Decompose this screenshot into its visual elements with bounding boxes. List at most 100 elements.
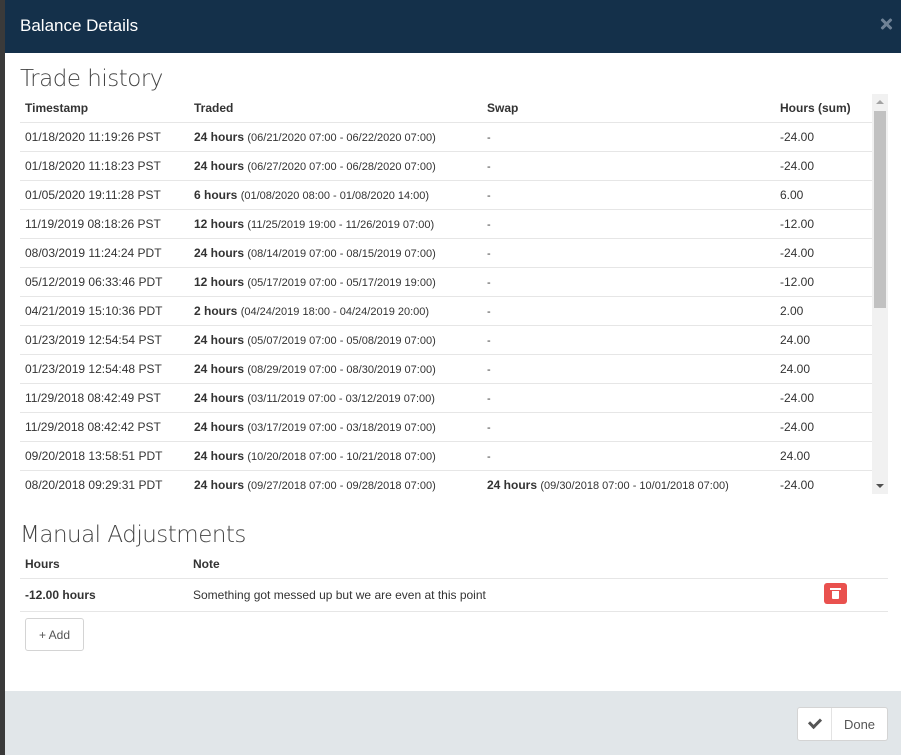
check-icon (807, 714, 823, 730)
traded-hours: 12 hours (194, 216, 245, 231)
traded-range: (06/27/2020 07:00 - 06/28/2020 07:00) (247, 160, 436, 173)
traded-hours: 24 hours (194, 390, 245, 405)
swap-range: - (487, 189, 491, 202)
cell-swap: - (482, 209, 775, 239)
cell-swap: - (482, 354, 775, 384)
cell-swap: - (482, 122, 775, 152)
traded-hours: 24 hours (194, 158, 245, 173)
table-row: 05/12/2019 06:33:46 PDT 12 hours (05/17/2… (20, 267, 872, 297)
swap-range: - (487, 305, 491, 318)
swap-hours: 24 hours (487, 477, 538, 492)
table-row: 08/20/2018 09:29:31 PDT 24 hours (09/27/2… (20, 470, 872, 494)
swap-range: - (487, 160, 491, 173)
column-header-note: Note (188, 550, 819, 579)
column-header-hours-sum: Hours (sum) (775, 94, 872, 123)
cell-traded: 12 hours (11/25/2019 19:00 - 11/26/2019 … (189, 209, 482, 239)
cell-swap: - (482, 325, 775, 355)
traded-hours: 12 hours (194, 274, 245, 289)
scrollbar-thumb[interactable] (874, 111, 886, 308)
cell-hours-sum: 24.00 (775, 325, 872, 355)
cell-hours-sum: -12.00 (775, 267, 872, 297)
traded-hours: 24 hours (194, 448, 245, 463)
cell-timestamp: 11/19/2019 08:18:26 PST (20, 209, 189, 239)
traded-range: (04/24/2019 18:00 - 04/24/2019 20:00) (240, 305, 430, 318)
trash-icon (830, 587, 841, 600)
table-header-row: Timestamp Traded Swap Hours (sum) (20, 94, 872, 123)
swap-range: - (487, 247, 491, 260)
cell-timestamp: 08/03/2019 11:24:24 PDT (20, 238, 189, 268)
cell-swap: - (482, 296, 775, 326)
adjustment-actions (819, 578, 888, 612)
cell-traded: 24 hours (05/07/2019 07:00 - 05/08/2019 … (189, 325, 482, 355)
traded-hours: 24 hours (194, 332, 245, 347)
modal-title: Balance Details (20, 16, 139, 35)
swap-range: - (487, 218, 491, 231)
cell-timestamp: 11/29/2018 08:42:49 PST (20, 383, 189, 413)
cell-timestamp: 01/05/2020 19:11:28 PST (20, 180, 189, 210)
traded-hours: 24 hours (194, 361, 245, 376)
add-adjustment-button[interactable]: + Add (25, 618, 84, 651)
cell-hours-sum: -24.00 (775, 470, 872, 494)
column-header-timestamp: Timestamp (20, 94, 189, 123)
cell-swap: - (482, 412, 775, 442)
close-icon[interactable] (879, 17, 893, 31)
traded-hours: 24 hours (194, 245, 245, 260)
table-row: 01/05/2020 19:11:28 PST 6 hours (01/08/20… (20, 180, 872, 210)
cell-hours-sum: -24.00 (775, 151, 872, 181)
trade-history-scrollbar[interactable] (872, 94, 888, 494)
traded-hours: 24 hours (194, 419, 245, 434)
done-icon-box (798, 708, 832, 740)
trade-history-scroll-area[interactable]: Timestamp Traded Swap Hours (sum) 01/18/… (20, 94, 888, 494)
swap-range: (09/30/2018 07:00 - 10/01/2018 07:00) (540, 479, 729, 492)
delete-adjustment-button[interactable] (824, 582, 847, 604)
cell-timestamp: 01/23/2019 12:54:48 PST (20, 354, 189, 384)
cell-timestamp: 05/12/2019 06:33:46 PDT (20, 267, 189, 297)
cell-timestamp: 04/21/2019 15:10:36 PDT (20, 296, 189, 326)
cell-traded: 6 hours (01/08/2020 08:00 - 01/08/2020 1… (189, 180, 482, 210)
column-header-hours: Hours (20, 550, 188, 579)
cell-hours-sum: 6.00 (775, 180, 872, 210)
balance-details-modal: Balance Details Trade history Timestamp … (5, 0, 901, 755)
table-row: 11/29/2018 08:42:42 PST 24 hours (03/17/2… (20, 412, 872, 442)
table-row: -12.00 hours Something got messed up but… (20, 578, 888, 612)
cell-timestamp: 08/20/2018 09:29:31 PDT (20, 470, 189, 494)
cell-hours-sum: -24.00 (775, 122, 872, 152)
table-row: 01/18/2020 11:19:26 PST 24 hours (06/21/2… (20, 122, 872, 152)
table-row: 01/23/2019 12:54:48 PST 24 hours (08/29/2… (20, 354, 872, 384)
done-button[interactable]: Done (797, 707, 888, 741)
cell-traded: 24 hours (10/20/2018 07:00 - 10/21/2018 … (189, 441, 482, 471)
trade-history-title: Trade history (20, 66, 163, 92)
adjustment-hours: -12.00 hours (20, 578, 188, 612)
cell-traded: 24 hours (03/11/2019 07:00 - 03/12/2019 … (189, 383, 482, 413)
cell-hours-sum: -24.00 (775, 412, 872, 442)
manual-adjustments-table: Hours Note -12.00 hours Something got me… (20, 550, 888, 612)
column-header-actions (819, 550, 888, 579)
cell-swap: - (482, 383, 775, 413)
scroll-down-arrow-icon[interactable] (872, 477, 888, 494)
cell-hours-sum: 2.00 (775, 296, 872, 326)
traded-range: (05/17/2019 07:00 - 05/17/2019 19:00) (247, 276, 436, 289)
manual-adjustments-title: Manual Adjustments (20, 522, 246, 548)
cell-swap: - (482, 441, 775, 471)
cell-traded: 24 hours (06/21/2020 07:00 - 06/22/2020 … (189, 122, 482, 152)
table-row: 11/29/2018 08:42:49 PST 24 hours (03/11/2… (20, 383, 872, 413)
swap-range: - (487, 450, 491, 463)
table-row: 04/21/2019 15:10:36 PDT 2 hours (04/24/20… (20, 296, 872, 326)
cell-swap: - (482, 180, 775, 210)
cell-swap: - (482, 151, 775, 181)
traded-range: (01/08/2020 08:00 - 01/08/2020 14:00) (240, 189, 430, 202)
scroll-up-arrow-icon[interactable] (872, 94, 888, 111)
table-row: 01/23/2019 12:54:54 PST 24 hours (05/07/2… (20, 325, 872, 355)
trade-history-table: Timestamp Traded Swap Hours (sum) 01/18/… (20, 94, 872, 494)
table-header-row: Hours Note (20, 550, 888, 579)
table-row: 09/20/2018 13:58:51 PDT 24 hours (10/20/2… (20, 441, 872, 471)
traded-range: (05/07/2019 07:00 - 05/08/2019 07:00) (247, 334, 436, 347)
table-row: 11/19/2019 08:18:26 PST 12 hours (11/25/2… (20, 209, 872, 239)
cell-swap: 24 hours (09/30/2018 07:00 - 10/01/2018 … (482, 470, 775, 494)
cell-timestamp: 01/23/2019 12:54:54 PST (20, 325, 189, 355)
swap-range: - (487, 334, 491, 347)
cell-hours-sum: 24.00 (775, 441, 872, 471)
cell-hours-sum: -24.00 (775, 238, 872, 268)
swap-range: - (487, 421, 491, 434)
swap-range: - (487, 363, 491, 376)
